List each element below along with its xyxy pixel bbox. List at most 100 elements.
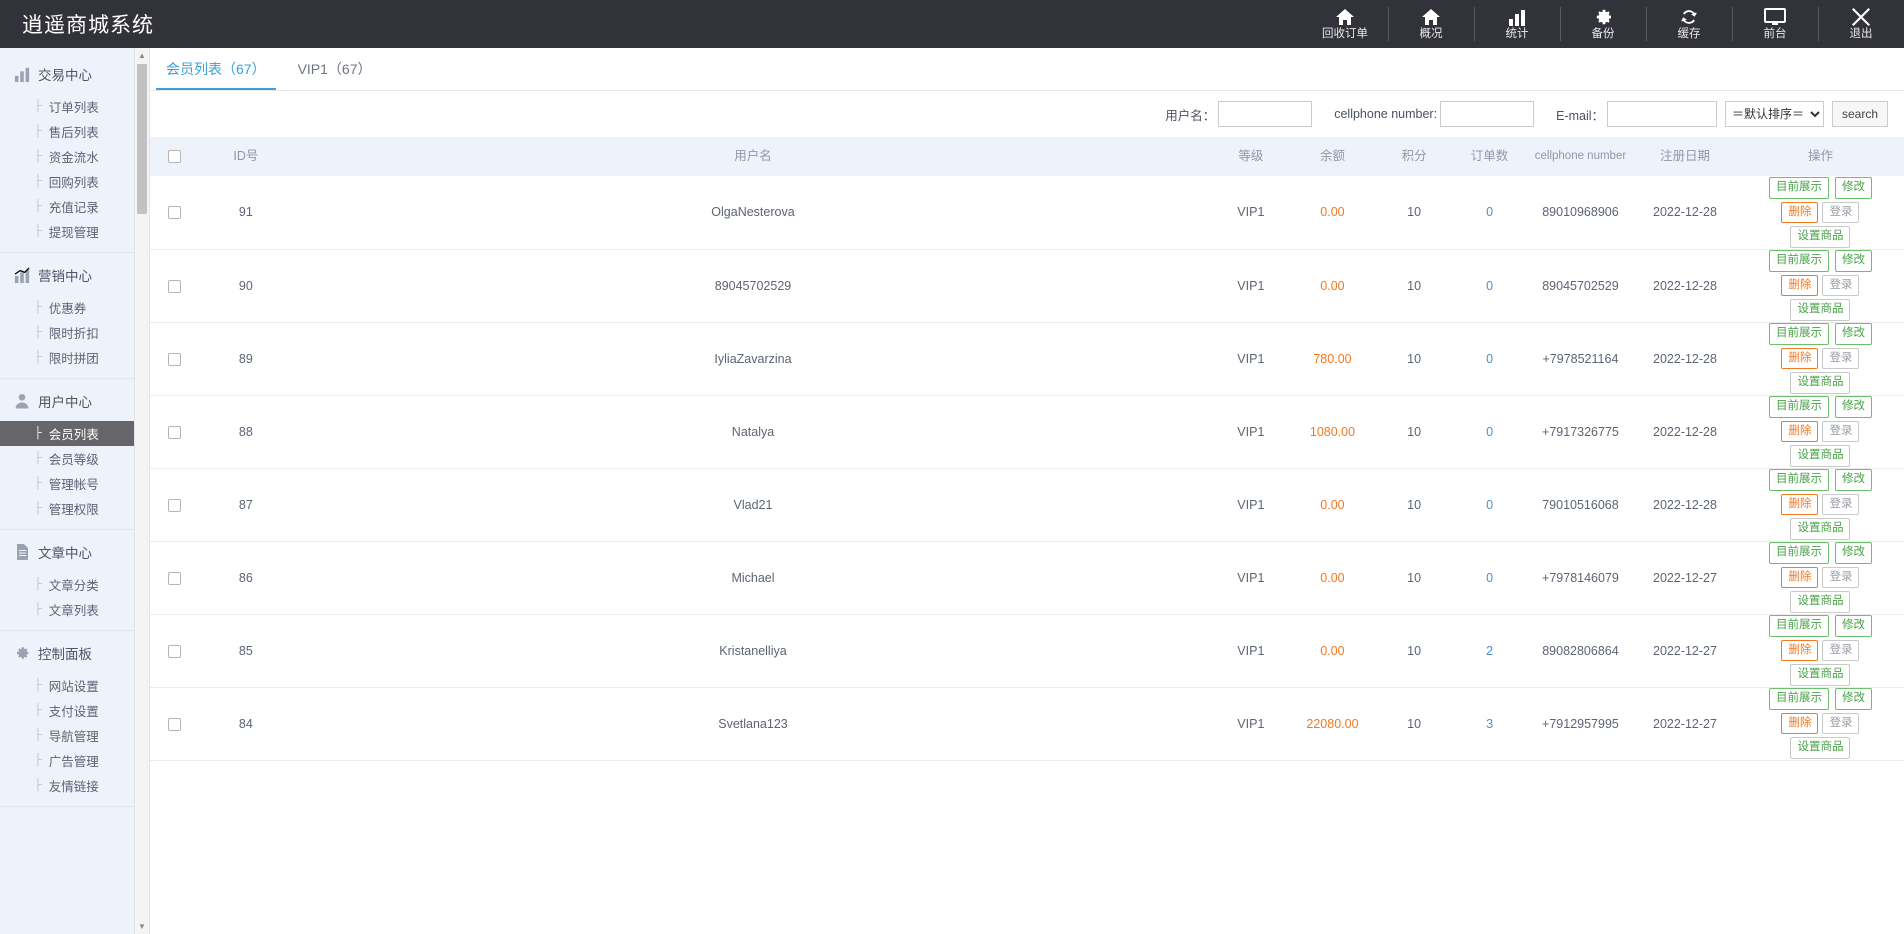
login-button[interactable]: 登录 xyxy=(1822,493,1860,516)
set-goods-button[interactable]: 设置商品 xyxy=(1790,664,1851,686)
show-button[interactable]: 目前展示 xyxy=(1768,177,1829,199)
row-checkbox[interactable] xyxy=(168,352,182,366)
sidebar-item-4-4[interactable]: ├ 友情链接 xyxy=(0,773,149,798)
row-checkbox[interactable] xyxy=(168,206,182,220)
topnav-item-4[interactable]: 缓存 xyxy=(1646,0,1732,48)
delete-button[interactable]: 删除 xyxy=(1781,201,1819,223)
set-goods-button[interactable]: 设置商品 xyxy=(1790,299,1851,321)
show-button[interactable]: 目前展示 xyxy=(1768,396,1829,418)
login-button[interactable]: 登录 xyxy=(1822,201,1860,223)
cell-orders[interactable]: 0 xyxy=(1451,322,1528,396)
sidebar-item-0-1[interactable]: ├ 售后列表 xyxy=(0,119,149,144)
cell-orders[interactable]: 0 xyxy=(1451,176,1528,250)
delete-button[interactable]: 删除 xyxy=(1781,712,1819,735)
delete-button[interactable]: 删除 xyxy=(1781,639,1819,662)
sidebar-group-head-3[interactable]: 文章中心 xyxy=(0,530,149,572)
login-button[interactable]: 登录 xyxy=(1822,712,1860,735)
search-button[interactable]: search xyxy=(1832,101,1888,127)
topnav-item-2[interactable]: 统计 xyxy=(1474,0,1560,48)
sidebar-item-0-3[interactable]: ├ 回购列表 xyxy=(0,169,149,194)
sidebar-item-4-3[interactable]: ├ 广告管理 xyxy=(0,748,149,773)
sidebar-item-0-4[interactable]: ├ 充值记录 xyxy=(0,194,149,219)
set-goods-button[interactable]: 设置商品 xyxy=(1790,226,1851,248)
login-button[interactable]: 登录 xyxy=(1822,274,1860,297)
sidebar-item-2-1[interactable]: ├ 会员等级 xyxy=(0,446,149,471)
topnav-item-3[interactable]: 备份 xyxy=(1560,0,1646,48)
edit-button[interactable]: 修改 xyxy=(1834,177,1872,199)
login-button[interactable]: 登录 xyxy=(1822,420,1860,443)
search-input-username[interactable] xyxy=(1218,101,1313,127)
edit-button[interactable]: 修改 xyxy=(1834,396,1872,418)
cell-orders[interactable]: 0 xyxy=(1451,249,1528,323)
row-checkbox[interactable] xyxy=(168,425,182,439)
edit-button[interactable]: 修改 xyxy=(1834,542,1872,564)
set-goods-button[interactable]: 设置商品 xyxy=(1790,737,1851,759)
sidebar-item-0-2[interactable]: ├ 资金流水 xyxy=(0,144,149,169)
delete-button[interactable]: 删除 xyxy=(1781,493,1819,516)
sidebar-item-1-1[interactable]: ├ 限时折扣 xyxy=(0,320,149,345)
sidebar-group-head-1[interactable]: 营销中心 xyxy=(0,253,149,295)
set-goods-button[interactable]: 设置商品 xyxy=(1790,372,1851,394)
row-checkbox[interactable] xyxy=(168,717,182,731)
set-goods-button[interactable]: 设置商品 xyxy=(1790,445,1851,467)
login-button[interactable]: 登录 xyxy=(1822,566,1860,589)
set-goods-button[interactable]: 设置商品 xyxy=(1790,591,1851,613)
edit-button[interactable]: 修改 xyxy=(1834,615,1872,637)
row-checkbox[interactable] xyxy=(168,498,182,512)
show-button[interactable]: 目前展示 xyxy=(1768,688,1829,710)
cell-orders[interactable]: 2 xyxy=(1451,614,1528,688)
search-input-cellphone[interactable] xyxy=(1440,101,1535,127)
topnav-item-1[interactable]: 概况 xyxy=(1388,0,1474,48)
sidebar-item-0-0[interactable]: ├ 订单列表 xyxy=(0,94,149,119)
sidebar-scrollbar[interactable]: ▲ ▼ xyxy=(134,48,149,934)
cell-orders[interactable]: 0 xyxy=(1451,468,1528,542)
show-button[interactable]: 目前展示 xyxy=(1768,615,1829,637)
scrollbar-thumb[interactable] xyxy=(137,64,147,214)
row-checkbox[interactable] xyxy=(168,279,182,293)
show-button[interactable]: 目前展示 xyxy=(1768,250,1829,272)
login-button[interactable]: 登录 xyxy=(1822,347,1860,370)
delete-button[interactable]: 删除 xyxy=(1781,420,1819,443)
tab-0[interactable]: 会员列表（67） xyxy=(150,48,282,90)
delete-button[interactable]: 删除 xyxy=(1781,274,1819,297)
scroll-down-arrow[interactable]: ▼ xyxy=(135,919,149,934)
sidebar-item-2-2[interactable]: ├ 管理帐号 xyxy=(0,471,149,496)
sidebar-item-3-1[interactable]: ├ 文章列表 xyxy=(0,597,149,622)
set-goods-button[interactable]: 设置商品 xyxy=(1790,518,1851,540)
sidebar-item-2-3[interactable]: ├ 管理权限 xyxy=(0,496,149,521)
edit-button[interactable]: 修改 xyxy=(1834,250,1872,272)
sidebar-item-2-0[interactable]: ├ 会员列表 xyxy=(0,421,149,446)
sidebar-item-4-1[interactable]: ├ 支付设置 xyxy=(0,698,149,723)
show-button[interactable]: 目前展示 xyxy=(1768,542,1829,564)
select-all-checkbox[interactable] xyxy=(168,150,182,164)
delete-button[interactable]: 删除 xyxy=(1781,347,1819,370)
delete-button[interactable]: 删除 xyxy=(1781,566,1819,589)
row-checkbox[interactable] xyxy=(168,571,182,585)
search-input-email[interactable] xyxy=(1607,101,1717,127)
sort-select[interactable]: ＝默认排序＝ xyxy=(1725,101,1824,127)
sidebar-item-4-0[interactable]: ├ 网站设置 xyxy=(0,673,149,698)
sidebar-item-4-2[interactable]: ├ 导航管理 xyxy=(0,723,149,748)
edit-button[interactable]: 修改 xyxy=(1834,469,1872,491)
login-button[interactable]: 登录 xyxy=(1822,639,1860,662)
sidebar-group-head-4[interactable]: 控制面板 xyxy=(0,631,149,673)
sidebar-item-0-5[interactable]: ├ 提现管理 xyxy=(0,219,149,244)
show-button[interactable]: 目前展示 xyxy=(1768,469,1829,491)
show-button[interactable]: 目前展示 xyxy=(1768,323,1829,345)
edit-button[interactable]: 修改 xyxy=(1834,688,1872,710)
sidebar-group-head-2[interactable]: 用户中心 xyxy=(0,379,149,421)
scroll-up-arrow[interactable]: ▲ xyxy=(135,48,149,63)
cell-orders[interactable]: 0 xyxy=(1451,541,1528,615)
sidebar-item-1-2[interactable]: ├ 限时拼团 xyxy=(0,345,149,370)
sidebar-item-1-0[interactable]: ├ 优惠券 xyxy=(0,295,149,320)
topnav-item-5[interactable]: 前台 xyxy=(1732,0,1818,48)
topnav-item-0[interactable]: 回收订单 xyxy=(1302,0,1388,48)
sidebar-group-head-0[interactable]: 交易中心 xyxy=(0,52,149,94)
sidebar-item-3-0[interactable]: ├ 文章分类 xyxy=(0,572,149,597)
topnav-item-6[interactable]: 退出 xyxy=(1818,0,1904,48)
tab-1[interactable]: VIP1（67） xyxy=(282,48,388,90)
cell-orders[interactable]: 0 xyxy=(1451,395,1528,469)
row-checkbox[interactable] xyxy=(168,644,182,658)
cell-orders[interactable]: 3 xyxy=(1451,687,1528,761)
edit-button[interactable]: 修改 xyxy=(1834,323,1872,345)
